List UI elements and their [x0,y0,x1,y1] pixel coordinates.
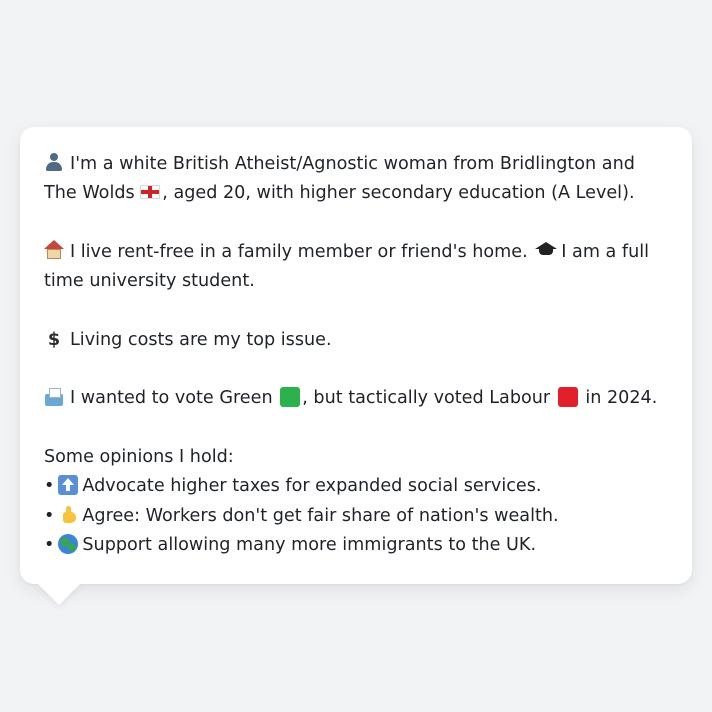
issue-paragraph: $ Living costs are my top issue. [44,326,668,355]
vote-text-part2: , but tactically voted Labour [302,388,551,409]
vote-text-part3: in 2024. [585,388,658,409]
intro-text-continued: , aged 20, with higher secondary educati… [162,183,635,204]
speech-bubble-tail [38,584,80,605]
bullet: • [44,505,55,526]
red-square-icon [557,387,578,408]
up-arrow-icon [58,475,79,496]
england-flag-icon [140,185,161,200]
opinion-item: • Agree: Workers don't get fair share of … [44,502,668,531]
opinion-text: Support allowing many more immigrants to… [82,534,537,555]
housing-paragraph: I live rent-free in a family member or f… [44,238,668,297]
opinion-item: • Support allowing many more immigrants t… [44,531,668,560]
graduation-cap-icon [535,240,558,260]
person-silhouette-icon [44,152,64,172]
dollar-sign-icon: $ [47,329,61,350]
globe-icon [58,533,79,554]
ballot-box-icon [44,388,64,407]
thumbs-up-icon [58,505,78,525]
opinion-item: • Advocate higher taxes for expanded soci… [44,472,668,501]
house-icon [44,239,64,260]
opinion-text: Advocate higher taxes for expanded socia… [82,476,542,497]
issue-text: Living costs are my top issue. [70,329,332,350]
bullet: • [44,476,55,497]
green-square-icon [280,387,301,408]
vote-text-part1: I wanted to vote Green [70,388,273,409]
housing-text: I live rent-free in a family member or f… [70,241,528,262]
intro-paragraph: I'm a white British Atheist/Agnostic wom… [44,150,668,209]
persona-speech-bubble: I'm a white British Atheist/Agnostic wom… [20,127,692,584]
bullet: • [44,534,55,555]
opinions-heading: Some opinions I hold: [44,446,234,467]
opinion-text: Agree: Workers don't get fair share of n… [82,505,559,526]
vote-paragraph: I wanted to vote Green , but tactically … [44,384,668,413]
